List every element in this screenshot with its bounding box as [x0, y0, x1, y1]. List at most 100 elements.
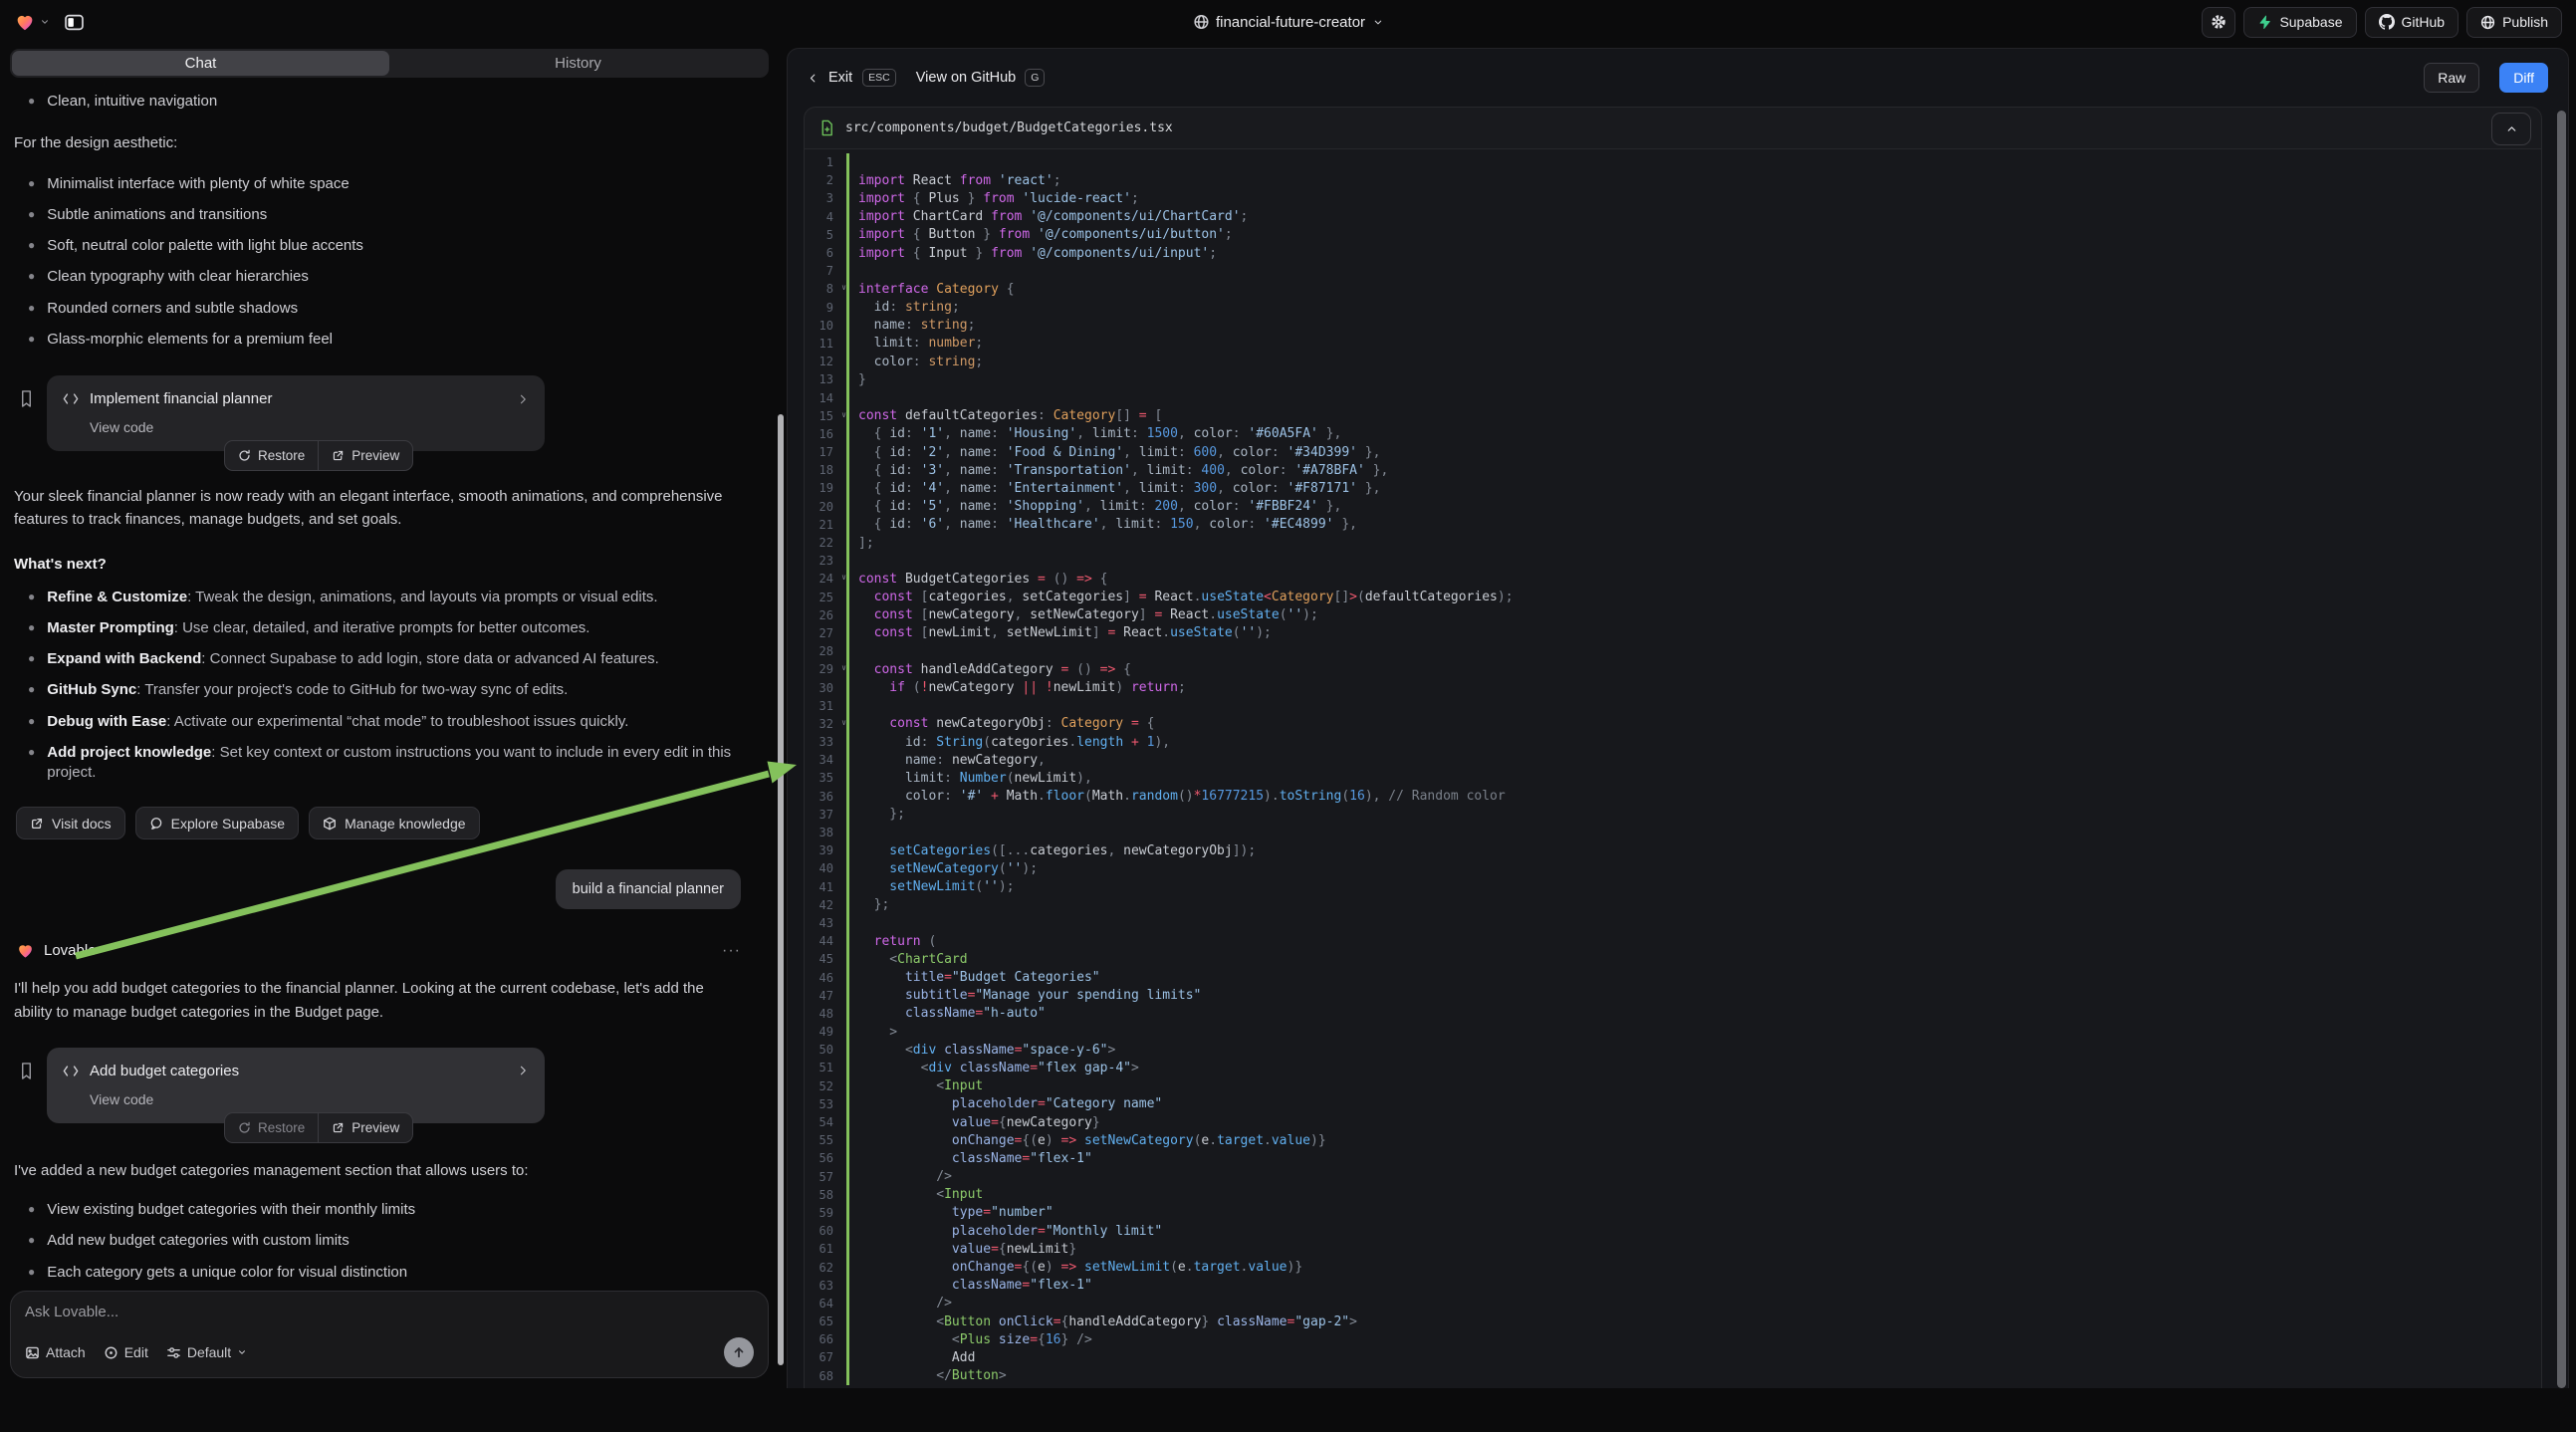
chat-input-box: Attach Edit Default	[10, 1291, 769, 1378]
quick-action-chips: Visit docs Explore Supabase Manage knowl…	[16, 807, 741, 839]
list-item: ●Refine & Customize: Tweak the design, a…	[28, 588, 741, 607]
restore-preview-pill: Restore Preview	[224, 1112, 413, 1143]
visit-docs-button[interactable]: Visit docs	[16, 807, 125, 839]
code-line: 44 return (	[805, 932, 2541, 950]
whats-next-heading: What's next?	[14, 556, 741, 573]
sidebar-toggle-button[interactable]	[58, 7, 90, 37]
gear-icon	[2211, 14, 2226, 30]
code-line: 60 placeholder="Monthly limit"	[805, 1222, 2541, 1240]
code-line: 57 />	[805, 1168, 2541, 1186]
code-line: 31	[805, 697, 2541, 715]
code-line: 13}	[805, 370, 2541, 388]
lovable-heart-icon	[14, 11, 36, 33]
file-diff-card: src/components/budget/BudgetCategories.t…	[804, 107, 2542, 1388]
list-item: ●Rounded corners and subtle shadows	[28, 299, 741, 319]
code-line: 1	[805, 153, 2541, 171]
assistant-summary: Your sleek financial planner is now read…	[14, 485, 741, 532]
preview-button[interactable]: Preview	[318, 1113, 412, 1142]
code-line: 29∨ const handleAddCategory = () => {	[805, 660, 2541, 678]
chat-message-list[interactable]: ● Clean, intuitive navigation For the de…	[0, 78, 787, 1388]
code-line: 14	[805, 388, 2541, 406]
code-line: 66 <Plus size={16} />	[805, 1330, 2541, 1348]
restore-button[interactable]: Restore	[225, 441, 318, 470]
code-line: 48 className="h-auto"	[805, 1005, 2541, 1023]
code-line: 39 setCategories([...categories, newCate…	[805, 841, 2541, 859]
send-button[interactable]	[724, 1337, 754, 1367]
code-line: 45 <ChartCard	[805, 950, 2541, 968]
external-link-icon	[332, 449, 345, 462]
preview-button[interactable]: Preview	[318, 441, 412, 470]
lovable-logo-menu[interactable]	[14, 11, 50, 33]
g-keycap: G	[1025, 69, 1045, 87]
bookmark-icon[interactable]	[18, 389, 35, 451]
code-editor[interactable]: 12import React from 'react';3import { Pl…	[805, 149, 2541, 1388]
sliders-icon	[166, 1345, 181, 1360]
project-switcher[interactable]: financial-future-creator	[1193, 0, 1383, 44]
code-line: 53 placeholder="Category name"	[805, 1095, 2541, 1113]
github-label: GitHub	[2402, 14, 2446, 30]
code-line: 25 const [categories, setCategories] = R…	[805, 589, 2541, 606]
list-item: ●Add project knowledge: Set key context …	[28, 743, 741, 784]
code-line: 7	[805, 262, 2541, 280]
code-scrollbar-thumb[interactable]	[2557, 111, 2566, 1388]
image-icon	[25, 1345, 40, 1360]
code-line: 58 <Input	[805, 1186, 2541, 1204]
chevron-up-icon	[2505, 122, 2518, 135]
chat-scrollbar-thumb[interactable]	[778, 414, 784, 1365]
code-line: 33 id: String(categories.length + 1),	[805, 733, 2541, 751]
raw-toggle-button[interactable]: Raw	[2424, 63, 2479, 93]
code-line: 62 onChange={(e) => setNewLimit(e.target…	[805, 1258, 2541, 1276]
supabase-button[interactable]: Supabase	[2243, 7, 2356, 38]
publish-button[interactable]: Publish	[2466, 7, 2562, 38]
code-line: 23	[805, 552, 2541, 570]
view-on-github-button[interactable]: View on GitHub G	[916, 69, 1046, 87]
tab-chat[interactable]: Chat	[12, 51, 389, 76]
supabase-label: Supabase	[2279, 14, 2342, 30]
explore-supabase-button[interactable]: Explore Supabase	[135, 807, 299, 839]
edit-mode-button[interactable]: Edit	[104, 1344, 148, 1360]
chevron-down-icon	[40, 17, 50, 27]
publish-label: Publish	[2502, 14, 2548, 30]
exit-button[interactable]: Exit ESC	[808, 69, 896, 87]
github-button[interactable]: GitHub	[2365, 7, 2459, 38]
version-card-add-budget-categories[interactable]: Add budget categories View code Restore	[47, 1048, 545, 1123]
code-line: 16 { id: '1', name: 'Housing', limit: 15…	[805, 425, 2541, 443]
view-code-link[interactable]: View code	[90, 419, 529, 435]
target-icon	[104, 1345, 118, 1360]
file-added-icon	[820, 119, 834, 136]
version-card-implement-financial-planner[interactable]: Implement financial planner View code Re…	[47, 375, 545, 451]
ask-lovable-input[interactable]	[25, 1304, 754, 1337]
code-line: 15∨const defaultCategories: Category[] =…	[805, 407, 2541, 425]
more-menu-button[interactable]: ···	[722, 942, 741, 960]
external-link-icon	[332, 1121, 345, 1134]
list-item: ●Soft, neutral color palette with light …	[28, 236, 741, 256]
code-line: 46 title="Budget Categories"	[805, 968, 2541, 986]
view-code-link[interactable]: View code	[90, 1091, 529, 1107]
list-item: ●Minimalist interface with plenty of whi…	[28, 174, 741, 194]
file-path: src/components/budget/BudgetCategories.t…	[845, 120, 1173, 135]
project-icon	[1193, 14, 1209, 30]
chevron-down-icon	[1372, 17, 1383, 28]
file-header[interactable]: src/components/budget/BudgetCategories.t…	[805, 108, 2541, 149]
chat-panel: Chat History ● Clean, intuitive navigati…	[0, 44, 787, 1388]
manage-knowledge-button[interactable]: Manage knowledge	[309, 807, 479, 839]
code-line: 47 subtitle="Manage your spending limits…	[805, 987, 2541, 1005]
code-line: 5import { Button } from '@/components/ui…	[805, 226, 2541, 244]
code-line: 27 const [newLimit, setNewLimit] = React…	[805, 624, 2541, 642]
settings-button[interactable]	[2202, 7, 2235, 38]
model-default-dropdown[interactable]: Default	[166, 1344, 247, 1360]
attach-button[interactable]: Attach	[25, 1344, 86, 1360]
github-icon	[2379, 14, 2395, 30]
bookmark-icon[interactable]	[18, 1062, 35, 1123]
tab-history[interactable]: History	[389, 51, 767, 76]
list-item: ●GitHub Sync: Transfer your project's co…	[28, 680, 741, 700]
top-bar: financial-future-creator Supabase GitHub…	[0, 0, 2576, 44]
list-item: ●Debug with Ease: Activate our experimen…	[28, 712, 741, 732]
code-line: 56 className="flex-1"	[805, 1149, 2541, 1167]
code-line: 49 >	[805, 1023, 2541, 1041]
diff-toggle-button[interactable]: Diff	[2499, 63, 2548, 93]
restore-button[interactable]: Restore	[225, 1113, 318, 1142]
code-line: 68 </Button>	[805, 1367, 2541, 1385]
agent-name: Lovable	[44, 942, 97, 959]
collapse-file-button[interactable]	[2491, 113, 2531, 145]
